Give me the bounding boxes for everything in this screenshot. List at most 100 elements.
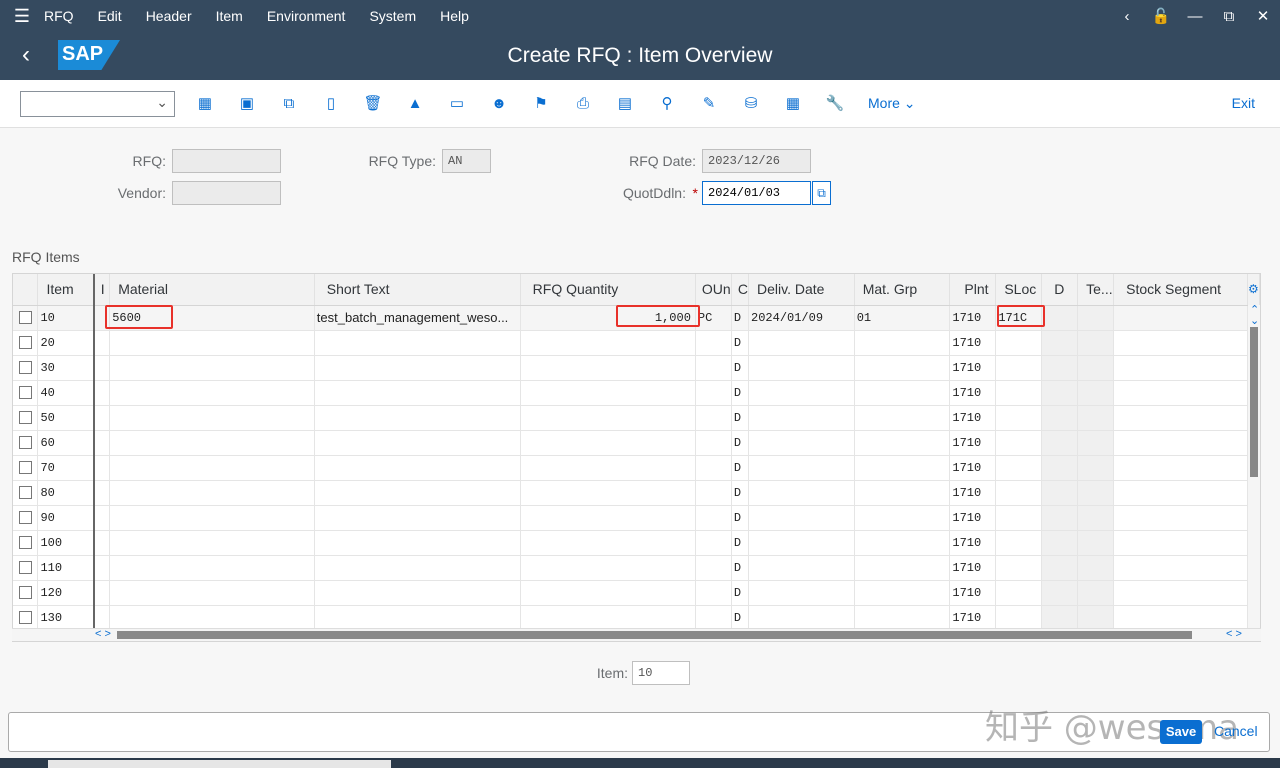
- cell-plant[interactable]: 1710: [949, 405, 997, 431]
- row-checkbox[interactable]: [19, 610, 32, 624]
- row-checkbox[interactable]: [19, 385, 32, 399]
- cell-order-unit[interactable]: [695, 330, 732, 356]
- cell-te[interactable]: [1077, 555, 1115, 581]
- row-checkbox[interactable]: [19, 485, 32, 499]
- cell-rfq-quantity[interactable]: [520, 380, 696, 406]
- cell-rfq-quantity[interactable]: [520, 555, 696, 581]
- cell-deliv-date[interactable]: 2024/01/09: [748, 305, 855, 331]
- cell-c[interactable]: D: [731, 455, 750, 481]
- cell-te[interactable]: [1077, 505, 1115, 531]
- row-select-cell[interactable]: [13, 605, 39, 631]
- cell-c[interactable]: D: [731, 605, 750, 631]
- cell-d[interactable]: [1041, 380, 1079, 406]
- table-row[interactable]: 30 D 1710: [13, 355, 1260, 381]
- cell-rfq-quantity[interactable]: [520, 430, 696, 456]
- cell-material[interactable]: [109, 355, 315, 381]
- table-row[interactable]: 130 D 1710: [13, 605, 1260, 631]
- cell-mat-grp[interactable]: [854, 405, 951, 431]
- vendor-field[interactable]: [172, 181, 281, 205]
- menu-rfq[interactable]: RFQ: [44, 8, 74, 24]
- cell-i[interactable]: [93, 330, 111, 356]
- cell-mat-grp[interactable]: [854, 605, 951, 631]
- table-row[interactable]: 20 D 1710: [13, 330, 1260, 356]
- cell-i[interactable]: [93, 430, 111, 456]
- table-row[interactable]: 50 D 1710: [13, 405, 1260, 431]
- chevron-down-icon[interactable]: ⌄: [156, 94, 168, 111]
- cell-material[interactable]: [109, 530, 315, 556]
- cell-stock-segment[interactable]: [1113, 430, 1248, 456]
- cell-mat-grp[interactable]: [854, 480, 951, 506]
- cell-rfq-quantity[interactable]: [520, 480, 696, 506]
- cell-te[interactable]: [1077, 355, 1115, 381]
- cell-short-text[interactable]: [314, 480, 521, 506]
- col-stock-segment[interactable]: Stock Segment: [1113, 274, 1248, 306]
- cell-plant[interactable]: 1710: [949, 355, 997, 381]
- cell-plant[interactable]: 1710: [949, 330, 997, 356]
- cell-deliv-date[interactable]: [748, 430, 855, 456]
- row-select-cell[interactable]: [13, 355, 39, 381]
- cell-sloc[interactable]: [995, 480, 1043, 506]
- row-select-cell[interactable]: [13, 505, 39, 531]
- row-checkbox[interactable]: [19, 335, 32, 349]
- table-row[interactable]: 120 D 1710: [13, 580, 1260, 606]
- cell-i[interactable]: [93, 605, 111, 631]
- cell-deliv-date[interactable]: [748, 605, 855, 631]
- cell-short-text[interactable]: [314, 330, 521, 356]
- cell-plant[interactable]: 1710: [949, 480, 997, 506]
- print-icon[interactable]: ⎙: [572, 93, 594, 115]
- lock-icon[interactable]: 🔓: [1144, 7, 1178, 25]
- col-i[interactable]: I: [93, 274, 111, 306]
- cell-deliv-date[interactable]: [748, 480, 855, 506]
- cell-material[interactable]: [109, 480, 315, 506]
- deselect-icon[interactable]: ▣: [236, 93, 258, 115]
- cell-d[interactable]: [1041, 355, 1079, 381]
- cell-stock-segment[interactable]: [1113, 455, 1248, 481]
- cell-material[interactable]: [109, 605, 315, 631]
- cell-sloc[interactable]: [995, 330, 1043, 356]
- cell-te[interactable]: [1077, 455, 1115, 481]
- cell-material[interactable]: [109, 505, 315, 531]
- cell-stock-segment[interactable]: [1113, 605, 1248, 631]
- cell-c[interactable]: D: [731, 555, 750, 581]
- cell-order-unit[interactable]: [695, 505, 732, 531]
- cell-short-text[interactable]: [314, 505, 521, 531]
- row-checkbox[interactable]: [19, 435, 32, 449]
- table-row[interactable]: 100 D 1710: [13, 530, 1260, 556]
- cell-stock-segment[interactable]: [1113, 355, 1248, 381]
- cell-deliv-date[interactable]: [748, 555, 855, 581]
- cell-mat-grp[interactable]: [854, 505, 951, 531]
- value-help-icon[interactable]: ⧉: [812, 181, 831, 205]
- cell-rfq-quantity[interactable]: [520, 330, 696, 356]
- exit-button[interactable]: Exit: [1232, 95, 1255, 111]
- cell-material[interactable]: [109, 330, 315, 356]
- flag-icon[interactable]: ⚑: [530, 93, 552, 115]
- menu-edit[interactable]: Edit: [98, 8, 122, 24]
- cell-short-text[interactable]: [314, 555, 521, 581]
- rfq-date-field[interactable]: 2023/12/26: [702, 149, 811, 173]
- taskbar-window[interactable]: [48, 760, 391, 768]
- cell-material[interactable]: [109, 405, 315, 431]
- chevron-left-icon[interactable]: ‹: [1110, 8, 1144, 25]
- cell-d[interactable]: [1041, 305, 1079, 331]
- cell-order-unit[interactable]: [695, 555, 732, 581]
- cell-sloc[interactable]: [995, 530, 1043, 556]
- col-rfq-quantity[interactable]: RFQ Quantity: [520, 274, 696, 306]
- cell-te[interactable]: [1077, 605, 1115, 631]
- cell-d[interactable]: [1041, 480, 1079, 506]
- cell-i[interactable]: [93, 355, 111, 381]
- cell-material[interactable]: [109, 430, 315, 456]
- table-row[interactable]: 110 D 1710: [13, 555, 1260, 581]
- row-select-cell[interactable]: [13, 480, 39, 506]
- cell-short-text[interactable]: test_batch_management_weso...: [314, 305, 521, 331]
- cell-sloc[interactable]: [995, 355, 1043, 381]
- select-all-icon[interactable]: ▦: [194, 93, 216, 115]
- cell-c[interactable]: D: [731, 530, 750, 556]
- col-d[interactable]: D: [1041, 274, 1079, 306]
- row-select-cell[interactable]: [13, 380, 39, 406]
- row-select-cell[interactable]: [13, 555, 39, 581]
- cell-short-text[interactable]: [314, 380, 521, 406]
- cell-mat-grp[interactable]: [854, 555, 951, 581]
- cell-d[interactable]: [1041, 430, 1079, 456]
- partners-icon[interactable]: ☻: [488, 93, 510, 115]
- quot-deadline-field[interactable]: 2024/01/03: [702, 181, 811, 205]
